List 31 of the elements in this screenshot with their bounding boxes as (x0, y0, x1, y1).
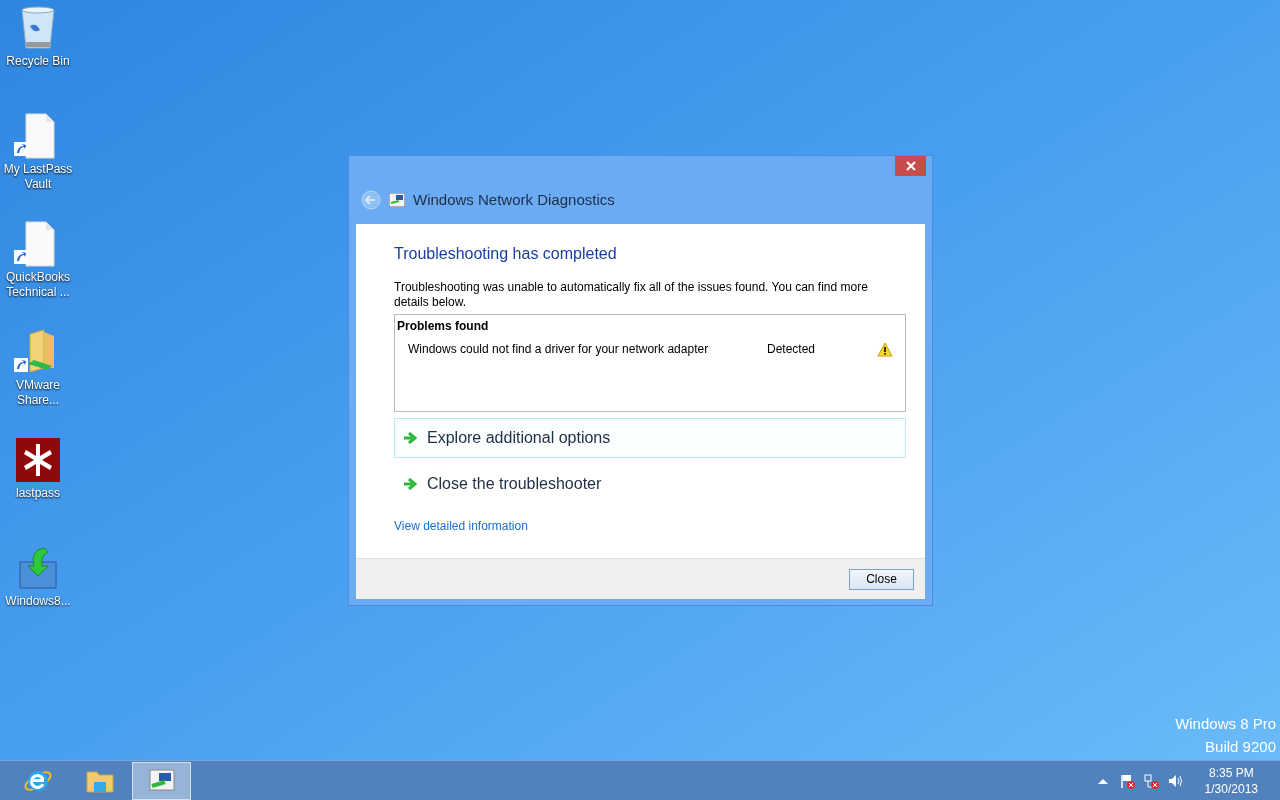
warning-icon (877, 341, 893, 357)
option-command-link[interactable]: Explore additional options (394, 418, 906, 458)
arrow-icon (403, 432, 417, 444)
asterisk-icon[interactable] (14, 436, 62, 484)
desktop-icon-label[interactable]: VMware Share... (0, 378, 76, 408)
desktop-icon-label[interactable]: My LastPass Vault (0, 162, 76, 192)
desktop-icon-label[interactable]: Recycle Bin (0, 54, 76, 69)
taskbar-button[interactable] (132, 761, 191, 800)
build-watermark: Build 9200 (1205, 737, 1276, 757)
problem-text: Windows could not find a driver for your network adapter (408, 341, 710, 358)
desktop-icon-label[interactable]: QuickBooks Technical ... (0, 270, 76, 300)
detailed-info-link[interactable]: View detailed information (394, 517, 528, 535)
arrow-icon (403, 478, 417, 490)
network-error-icon[interactable] (1142, 772, 1159, 789)
clock-date: 1/30/2013 (1204, 780, 1258, 797)
option-command-link[interactable]: Close the troubleshooter (394, 464, 906, 504)
close-icon (905, 161, 916, 171)
dialog-message: Troubleshooting was unable to automatically fix all of the issues found. You can find more details below. (394, 280, 869, 310)
window-title: Windows Network Diagnostics (413, 189, 615, 210)
flag-error-icon[interactable] (1118, 772, 1135, 789)
edition-watermark: Windows 8 Pro (1175, 714, 1276, 734)
clock[interactable]: 8:35 PM 1/30/2013 (1192, 764, 1280, 797)
problem-status: Detected (767, 341, 817, 358)
desktop-icon-label[interactable]: lastpass (0, 486, 76, 501)
desktop-icon-label[interactable]: Windows8... (0, 594, 76, 609)
close-button[interactable] (895, 156, 926, 176)
dialog-heading: Troubleshooting has completed (394, 244, 618, 264)
close-dialog-button[interactable]: Close (849, 568, 914, 590)
problems-header: Problems found (397, 318, 490, 335)
clock-time: 8:35 PM (1208, 764, 1254, 781)
network-computer-icon (389, 193, 405, 207)
